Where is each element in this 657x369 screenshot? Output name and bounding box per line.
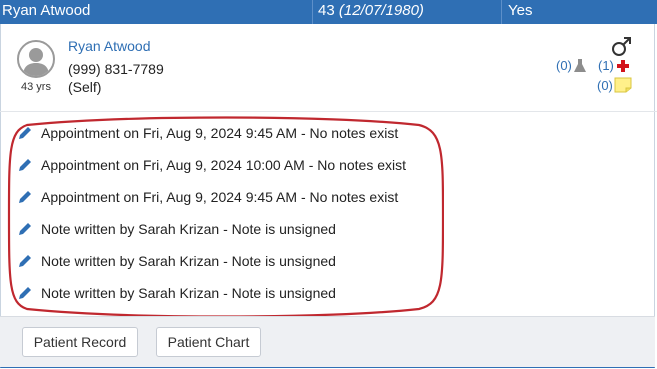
male-gender-icon xyxy=(612,37,631,56)
flask-icon[interactable] xyxy=(574,59,586,73)
column-divider xyxy=(312,0,313,24)
medical-count[interactable]: (1) xyxy=(598,58,614,73)
top-flag: Yes xyxy=(508,2,533,19)
avatar xyxy=(17,40,55,78)
red-cross-icon[interactable] xyxy=(617,60,629,72)
top-patient-name: Ryan Atwood xyxy=(2,2,91,19)
patient-relation: (Self) xyxy=(68,79,102,95)
patient-record-button[interactable]: Patient Record xyxy=(22,327,138,357)
age-label: 43 yrs xyxy=(21,81,51,93)
patient-phone: (999) 831-7789 xyxy=(68,61,164,77)
patient-name-link[interactable]: Ryan Atwood xyxy=(68,38,151,54)
labs-count[interactable]: (0) xyxy=(556,58,572,73)
avatar-silhouette-icon xyxy=(23,48,49,76)
patient-row-header[interactable]: Ryan Atwood 43 (12/07/1980) Yes xyxy=(0,0,657,24)
patient-chart-button[interactable]: Patient Chart xyxy=(156,327,261,357)
annotation-ellipse xyxy=(7,116,444,318)
note-icon[interactable] xyxy=(614,77,632,93)
top-age: 43 xyxy=(318,2,335,19)
top-age-dob: 43 (12/07/1980) xyxy=(318,0,424,24)
column-divider xyxy=(501,0,502,24)
notes-count[interactable]: (0) xyxy=(597,78,613,93)
top-dob: (12/07/1980) xyxy=(338,2,424,19)
action-footer: Patient Record Patient Chart xyxy=(0,316,655,367)
